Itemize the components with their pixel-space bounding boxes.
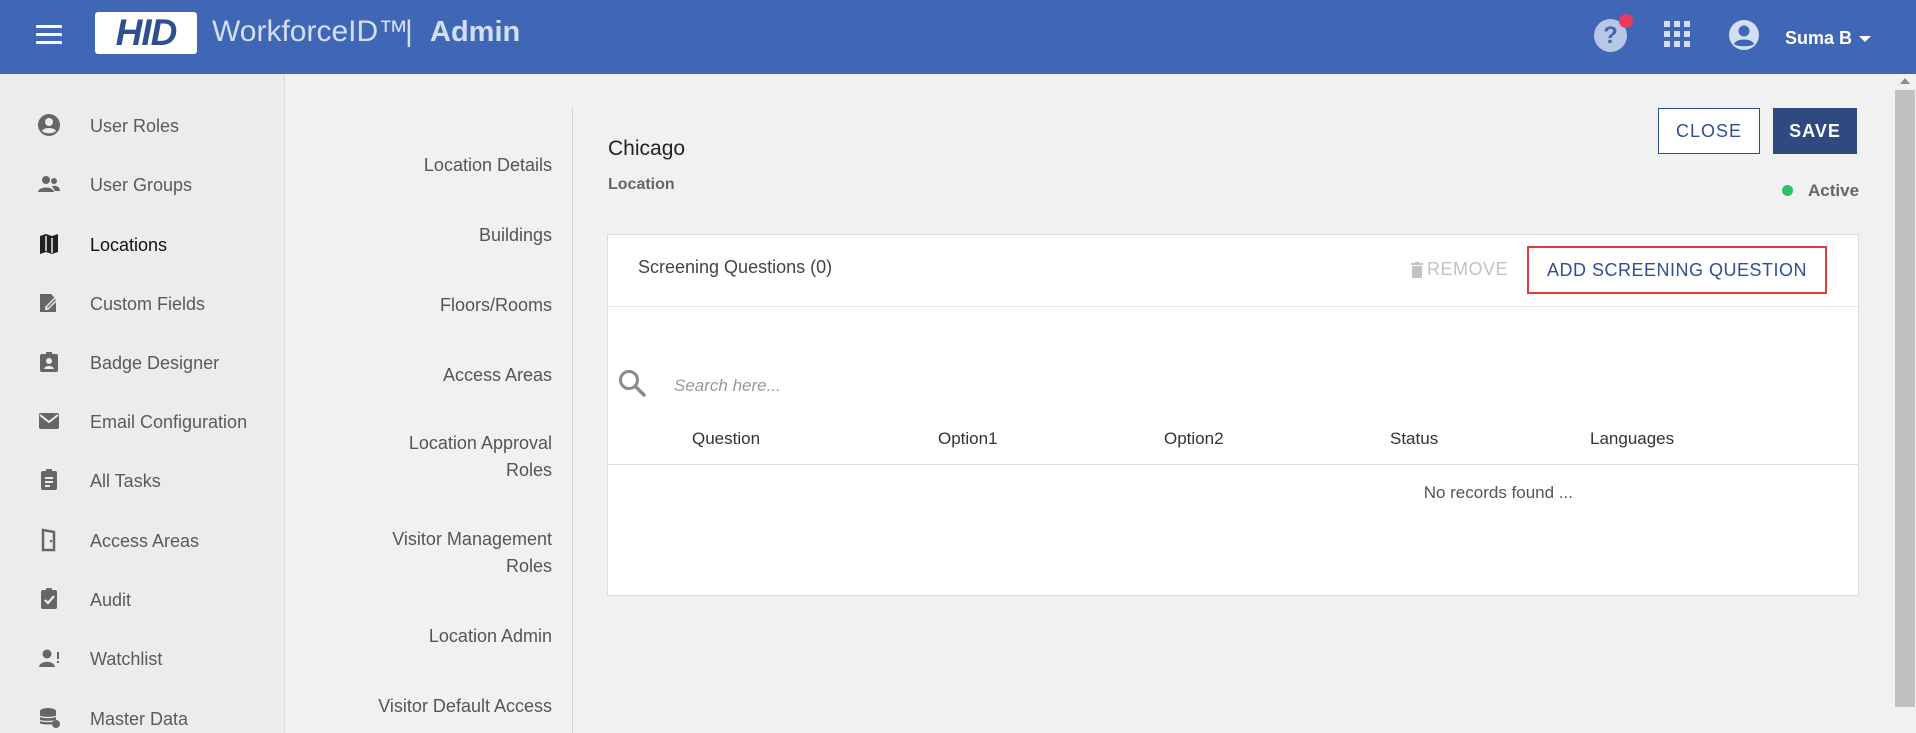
- table-header: Question Option1 Option2 Status Language…: [608, 425, 1858, 465]
- subnav-item-label: Location Details: [423, 155, 552, 175]
- door-icon: [41, 528, 56, 552]
- sidebar-item-label: User Groups: [90, 175, 193, 195]
- location-subnav: Location Details Buildings Floors/Rooms …: [286, 108, 573, 733]
- subnav-item-label: Visitor Management: [392, 529, 552, 549]
- sidebar-item-locations[interactable]: Locations: [0, 222, 285, 266]
- sidebar-item-label: Locations: [90, 235, 168, 255]
- subnav-item-location-approval-roles[interactable]: Location Approval Roles: [312, 430, 552, 484]
- sidebar-item-watchlist[interactable]: Watchlist: [0, 636, 285, 680]
- scrollbar-thumb[interactable]: [1895, 90, 1915, 707]
- subnav-item-buildings[interactable]: Buildings: [312, 222, 552, 249]
- subnav-item-label: Location Approval: [408, 433, 552, 453]
- sidebar-item-all-tasks[interactable]: All Tasks: [0, 458, 285, 502]
- page-subtitle: Location: [608, 176, 675, 193]
- sidebar-item-label: Access Areas: [90, 531, 200, 551]
- clipboard-icon: [41, 469, 57, 490]
- user-name[interactable]: Suma B: [1785, 28, 1852, 49]
- account-icon[interactable]: [1728, 19, 1760, 51]
- menu-icon[interactable]: [36, 25, 62, 45]
- page-title: Chicago: [608, 137, 686, 160]
- badge-icon: [40, 352, 58, 372]
- page-scrollbar[interactable]: [1894, 74, 1916, 733]
- sidebar-item-access-areas[interactable]: Access Areas: [0, 518, 285, 562]
- title-separator: |: [405, 15, 413, 48]
- apps-grid-icon[interactable]: [1664, 21, 1690, 47]
- subnav-item-label: Visitor Default Access: [378, 696, 552, 716]
- save-button[interactable]: SAVE: [1773, 108, 1857, 154]
- sidebar-item-label: Badge Designer: [90, 353, 220, 373]
- user-roles-icon: [38, 114, 60, 136]
- remove-button[interactable]: REMOVE: [1411, 259, 1508, 280]
- custom-fields-icon: [40, 294, 58, 312]
- sidebar: User Roles User Groups Locations Custom …: [0, 74, 285, 733]
- status-indicator-icon: [1782, 185, 1793, 196]
- audit-icon: [41, 588, 57, 609]
- sidebar-item-label: User Roles: [90, 116, 180, 136]
- map-icon: [40, 234, 58, 254]
- sidebar-item-user-roles[interactable]: User Roles: [0, 103, 285, 147]
- chevron-down-icon[interactable]: [1859, 36, 1871, 42]
- empty-state-message: No records found ...: [1423, 483, 1573, 502]
- sidebar-item-label: Watchlist: [90, 649, 163, 669]
- watchlist-icon: [39, 649, 59, 667]
- section-name: Admin: [430, 16, 521, 48]
- sidebar-item-badge-designer[interactable]: Badge Designer: [0, 340, 285, 384]
- sidebar-item-label: Custom Fields: [90, 294, 206, 314]
- email-icon: [39, 413, 59, 429]
- card-title: Screening Questions (0): [638, 257, 833, 277]
- card-header: Screening Questions (0) REMOVE ADD SCREE…: [608, 235, 1858, 307]
- subnav-item-access-areas[interactable]: Access Areas: [312, 362, 552, 389]
- sidebar-item-label: All Tasks: [90, 471, 161, 491]
- product-name: WorkforceID™: [212, 15, 409, 48]
- scroll-up-arrow-icon[interactable]: [1900, 78, 1910, 84]
- notification-dot: [1619, 14, 1633, 28]
- column-header-status[interactable]: Status: [1390, 429, 1438, 449]
- trash-icon: [1411, 261, 1423, 278]
- subnav-item-location-details[interactable]: Location Details: [312, 152, 552, 179]
- subnav-item-label: Location Admin: [428, 626, 552, 646]
- sidebar-item-custom-fields[interactable]: Custom Fields: [0, 281, 285, 325]
- column-header-question[interactable]: Question: [692, 429, 760, 449]
- subnav-item-label: Roles: [505, 460, 552, 480]
- screening-questions-card: Screening Questions (0) REMOVE ADD SCREE…: [607, 234, 1859, 596]
- subnav-item-label: Buildings: [478, 225, 552, 245]
- status-badge: Active: [1808, 181, 1860, 200]
- column-header-languages[interactable]: Languages: [1590, 429, 1674, 449]
- logo-text: HID: [115, 12, 178, 53]
- sidebar-item-email-configuration[interactable]: Email Configuration: [0, 399, 285, 443]
- subnav-item-label: Roles: [505, 556, 552, 576]
- sidebar-item-user-groups[interactable]: User Groups: [0, 162, 285, 206]
- subnav-item-visitor-default-access[interactable]: Visitor Default Access: [312, 693, 552, 720]
- user-groups-icon: [38, 176, 60, 192]
- sidebar-item-label: Email Configuration: [90, 412, 248, 432]
- sidebar-item-audit[interactable]: Audit: [0, 577, 285, 621]
- hid-logo[interactable]: HID: [95, 12, 197, 54]
- column-header-option2[interactable]: Option2: [1164, 429, 1224, 449]
- search-input[interactable]: [674, 371, 1274, 401]
- top-bar: HID WorkforceID™ | Admin ? Suma B: [0, 0, 1916, 74]
- sidebar-item-label: Audit: [90, 590, 132, 610]
- sidebar-item-label: Master Data: [90, 709, 189, 729]
- database-icon: [39, 708, 60, 728]
- add-screening-question-button[interactable]: ADD SCREENING QUESTION: [1527, 246, 1827, 294]
- subnav-item-location-admin[interactable]: Location Admin: [312, 623, 552, 650]
- search-icon[interactable]: [616, 367, 648, 399]
- close-button[interactable]: CLOSE: [1658, 108, 1760, 154]
- remove-button-label: REMOVE: [1427, 259, 1509, 279]
- column-header-option1[interactable]: Option1: [938, 429, 998, 449]
- subnav-item-visitor-management-roles[interactable]: Visitor Management Roles: [312, 526, 552, 580]
- subnav-item-floors-rooms[interactable]: Floors/Rooms: [312, 292, 552, 319]
- subnav-item-label: Access Areas: [442, 365, 552, 385]
- sidebar-item-master-data[interactable]: Master Data: [0, 696, 285, 733]
- subnav-item-label: Floors/Rooms: [439, 295, 552, 315]
